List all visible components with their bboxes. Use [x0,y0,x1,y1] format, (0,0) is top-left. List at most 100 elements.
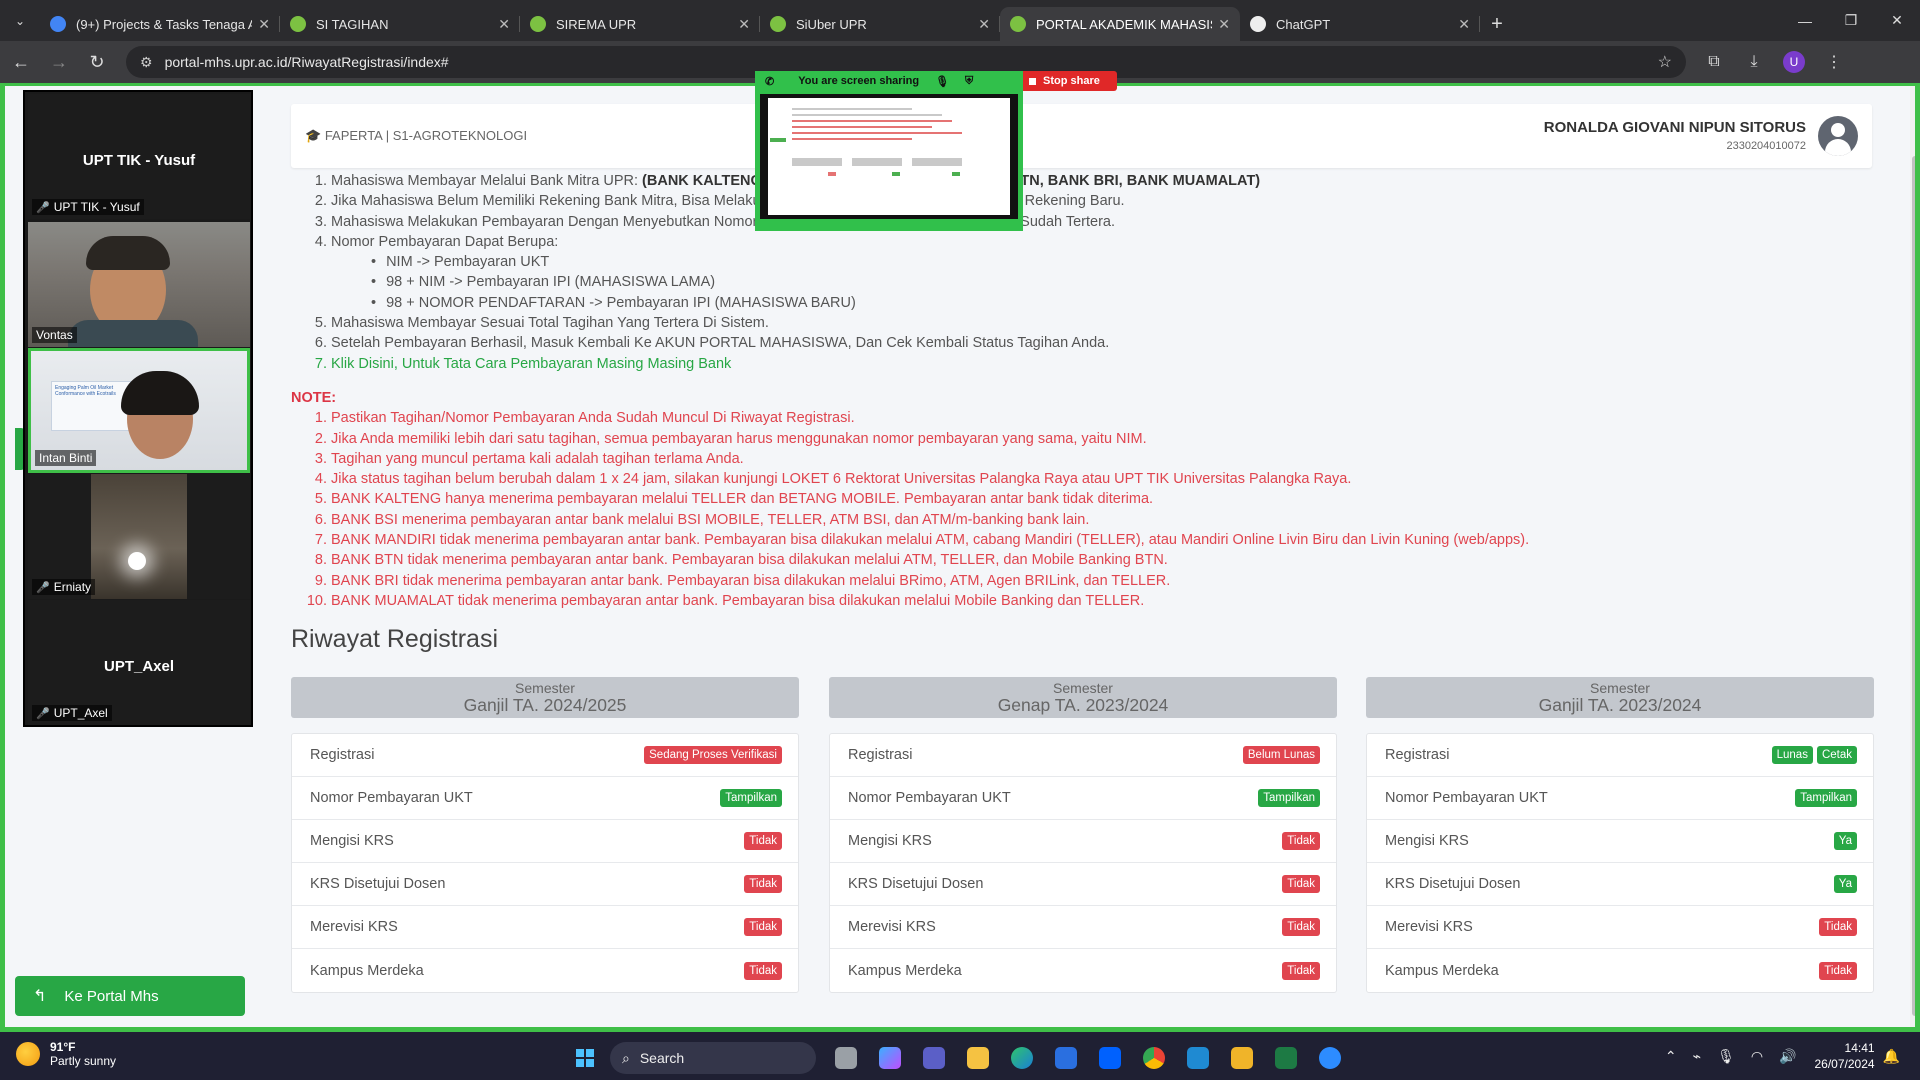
status-badge[interactable]: Tampilkan [1258,789,1320,807]
status-badge: Belum Lunas [1242,746,1320,764]
note-item: Jika status tagihan belum berubah dalam … [331,469,1891,489]
wifi-icon[interactable]: ◠ [1751,1048,1763,1065]
network-off-icon[interactable]: ⌁ [1693,1048,1701,1065]
toolbar-icons: ⧉ ⤓ U ⋮ [1694,51,1854,73]
store-icon[interactable] [1044,1038,1088,1078]
status-label: Nomor Pembayaran UKT [1385,790,1548,806]
tab-title: SI TAGIHAN [316,16,389,32]
bookmark-star-icon[interactable]: ☆ [1658,52,1672,72]
tab-close-icon[interactable]: ✕ [498,16,510,33]
status-row: Merevisi KRS Tidak [1367,906,1873,949]
participant-label: 🎤 Erniaty [32,579,96,595]
partly-sunny-icon [16,1042,40,1066]
app-icon[interactable] [1220,1038,1264,1078]
participant-name-large: UPT_Axel [103,658,175,675]
scrollbar-thumb[interactable] [1912,156,1918,1016]
semester-name: Ganjil TA. 2023/2024 [1538,695,1702,715]
payment-number-item: 98 + NIM -> Pembayaran IPI (MAHASISWA LA… [371,272,1891,292]
browser-tab[interactable]: SIREMA UPR ✕ [520,7,760,41]
task-view-icon[interactable] [824,1038,868,1078]
profile-avatar[interactable]: U [1783,51,1805,73]
browser-tab[interactable]: ChatGPT ✕ [1240,7,1480,41]
tab-close-icon[interactable]: ✕ [1218,16,1230,33]
tab-close-icon[interactable]: ✕ [258,16,270,33]
status-badge[interactable]: Tampilkan [720,789,782,807]
user-avatar-icon[interactable] [1818,116,1858,156]
taskbar-search[interactable]: ⌕ Search [610,1042,816,1074]
microphone-icon[interactable]: 🎙 [1717,1048,1735,1065]
status-row: Nomor Pembayaran UKT Tampilkan [1367,777,1873,820]
status-label: Mengisi KRS [310,833,394,849]
copilot-icon[interactable] [868,1038,912,1078]
zoom-icon[interactable] [1308,1038,1352,1078]
new-tab-button[interactable]: + [1480,7,1514,41]
start-icon[interactable] [568,1041,602,1075]
semester-name: Ganjil TA. 2024/2025 [463,695,627,715]
participant-tile[interactable]: UPT TIK - Yusuf 🎤 UPT TIK - Yusuf [28,94,250,219]
status-label: Kampus Merdeka [848,962,962,979]
weather-widget[interactable]: 91°F Partly sunny [16,1040,116,1068]
status-row: KRS Disetujui Dosen Tidak [292,863,798,906]
participant-video-active[interactable]: Engaging Palm Oil Market Conformance wit… [28,348,250,473]
extensions-icon[interactable]: ⧉ [1694,51,1734,73]
status-badge: Sedang Proses Verifikasi [644,746,782,764]
tab-search-icon[interactable]: ⌄ [0,0,40,41]
clock-date: 26/07/2024 [1814,1057,1875,1071]
volume-icon[interactable]: 🔊 [1779,1048,1796,1065]
browser-tab[interactable]: (9+) Projects & Tasks Tenaga Ahl ✕ [40,7,280,41]
file-explorer-icon[interactable] [956,1038,1000,1078]
vscode-icon[interactable] [1176,1038,1220,1078]
teams-icon[interactable] [912,1038,956,1078]
screen-share-bar[interactable]: ✆ You are screen sharing 🎙 ⛨ [755,71,1023,91]
restore-icon[interactable]: ❐ [1828,0,1874,41]
instruction-item[interactable]: Klik Disini, Untuk Tata Cara Pembayaran … [331,354,1891,374]
camera-feed [91,474,187,599]
status-badge[interactable]: Cetak [1816,746,1857,764]
note-item: Jika Anda memiliki lebih dari satu tagih… [331,429,1891,449]
edge-icon[interactable] [1000,1038,1044,1078]
back-icon[interactable]: ← [4,45,38,79]
mic-muted-icon: 🎤 [36,707,50,720]
mic-off-icon[interactable]: 🎙 [935,75,949,88]
tab-close-icon[interactable]: ✕ [738,16,750,33]
browser-tab[interactable]: SI TAGIHAN ✕ [280,7,520,41]
menu-kebab-icon[interactable]: ⋮ [1814,51,1854,73]
download-icon[interactable]: ⤓ [1734,51,1774,73]
tab-close-icon[interactable]: ✕ [1458,16,1470,33]
chrome-icon[interactable] [1132,1038,1176,1078]
status-row: Kampus Merdeka Tidak [830,949,1336,992]
browser-tab[interactable]: PORTAL AKADEMIK MAHASISW ✕ [1000,7,1240,41]
dropbox-icon[interactable] [1088,1038,1132,1078]
participant-video[interactable]: 🎤 Erniaty [28,474,250,599]
clock[interactable]: 14:41 26/07/2024 [1815,1040,1875,1072]
screen-sharing-label: You are screen sharing [798,75,920,87]
search-icon: ⌕ [622,1049,630,1066]
participant-hair [121,371,199,415]
note-item: BANK BTN tidak menerima pembayaran antar… [331,550,1891,570]
tab-close-icon[interactable]: ✕ [978,16,990,33]
status-row: Nomor Pembayaran UKT Tampilkan [292,777,798,820]
minimize-icon[interactable]: — [1782,0,1828,41]
note-item: BANK BRI tidak menerima pembayaran antar… [331,571,1891,591]
participant-video[interactable]: Vontas [28,222,250,347]
user-header: 🎓 FAPERTA | S1-AGROTEKNOLOGI RONALDA GIO… [291,104,1872,168]
browser-tab[interactable]: SiUber UPR ✕ [760,7,1000,41]
participant-tile[interactable]: UPT_Axel 🎤 UPT_Axel [28,600,250,725]
notes: Pastikan Tagihan/Nomor Pembayaran Anda S… [291,408,1891,611]
status-row: Merevisi KRS Tidak [292,906,798,949]
windows-taskbar: 91°F Partly sunny ⌕ Search ⌃ ⌁ 🎙 ◠ 🔊 14:4… [0,1032,1920,1080]
close-window-icon[interactable]: ✕ [1874,0,1920,41]
status-row: Mengisi KRS Tidak [830,820,1336,863]
portal-mhs-button[interactable]: ↰ Ke Portal Mhs [15,976,245,1016]
page-scrollbar[interactable] [1910,86,1920,1032]
site-info-icon[interactable]: ⚙ [140,54,153,71]
forward-icon[interactable]: → [42,45,76,79]
chevron-up-icon[interactable]: ⌃ [1665,1048,1677,1065]
stop-share-button[interactable]: Stop share [1023,71,1117,91]
excel-icon[interactable] [1264,1038,1308,1078]
status-label: Kampus Merdeka [1385,962,1499,979]
participant-label: Intan Binti [35,450,97,466]
reload-icon[interactable]: ↻ [80,45,114,79]
notification-bell-icon[interactable]: 🔔 [1883,1048,1900,1065]
status-badge[interactable]: Tampilkan [1795,789,1857,807]
